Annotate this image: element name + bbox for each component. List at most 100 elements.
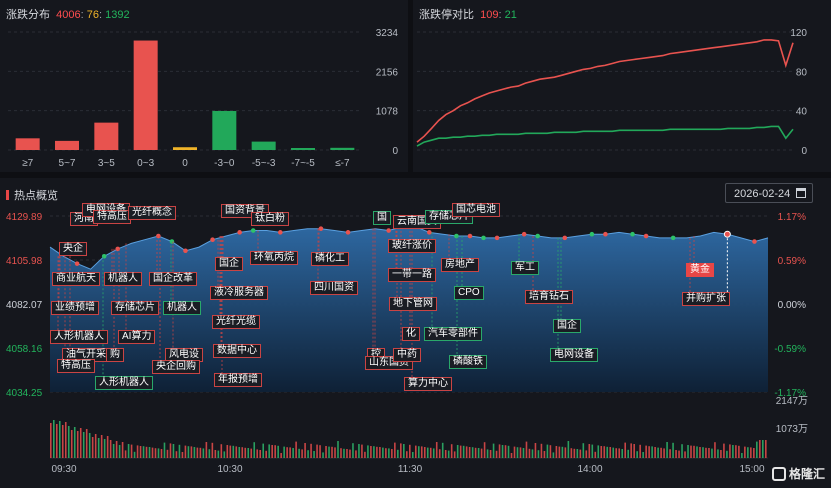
hotspot-tag[interactable]: 并购扩张 <box>682 292 730 306</box>
volume-bar <box>600 446 603 458</box>
volume-bar <box>130 444 133 458</box>
volume-bar <box>759 440 761 458</box>
hotspot-tag[interactable]: 培育钻石 <box>525 290 573 304</box>
hotspot-tag[interactable]: 环氧丙烷 <box>250 251 298 265</box>
hotspot-tag[interactable]: 钛白粉 <box>251 212 289 226</box>
volume-bar <box>642 452 644 458</box>
volume-bar <box>519 447 522 458</box>
x-time-label: 11:30 <box>398 464 423 475</box>
hotspot-tag[interactable]: 国 <box>373 211 391 225</box>
volume-bar <box>657 447 659 458</box>
hotspot-tag[interactable]: 央企 <box>59 242 87 256</box>
volume-bar <box>669 449 671 458</box>
hotspot-tag[interactable]: 中药 <box>393 348 421 362</box>
hotspot-tag[interactable]: 人形机器人 <box>95 376 153 390</box>
volume-bar <box>286 447 288 458</box>
hotspot-tag[interactable]: 机器人 <box>163 301 201 315</box>
volume-bar <box>618 448 621 458</box>
hotspot-tag[interactable]: AI算力 <box>118 330 156 344</box>
hotspot-tag[interactable]: 机器人 <box>104 272 142 286</box>
selected-marker <box>723 230 731 238</box>
hotspot-tag[interactable]: 玻纤涨价 <box>388 239 436 253</box>
volume-bar <box>423 447 426 458</box>
volume-bar <box>346 449 348 458</box>
hotspot-tag[interactable]: 一带一路 <box>388 268 436 282</box>
volume-bar <box>420 446 423 458</box>
volume-bar <box>456 445 459 458</box>
volume-bar <box>705 447 707 458</box>
volume-bar <box>738 445 740 458</box>
volume-bar <box>753 448 755 458</box>
volume-bar <box>67 426 70 458</box>
hotspot-tag[interactable]: 电网设备 <box>550 348 598 362</box>
volume-bar <box>582 443 585 458</box>
volume-bar <box>516 447 519 458</box>
volume-bar <box>630 443 632 458</box>
hotspot-tag[interactable]: 磷酸铁 <box>449 355 487 369</box>
volume-bar <box>507 445 510 458</box>
volume-bar <box>379 447 381 458</box>
volume-bar <box>211 442 214 458</box>
volume-bar <box>142 446 145 458</box>
hotspot-tag[interactable]: 国芯电池 <box>452 203 500 217</box>
hotspot-tag[interactable]: 磷化工 <box>311 252 349 266</box>
hotspot-tag[interactable]: 国企 <box>553 319 581 333</box>
hotspot-tag[interactable]: 地下管网 <box>389 297 437 311</box>
hotspot-tag[interactable]: 军工 <box>511 261 539 275</box>
volume-bar <box>82 432 85 458</box>
hotspot-tag[interactable]: 人形机器人 <box>50 330 108 344</box>
hotspot-tag[interactable]: 特高压 <box>93 210 131 224</box>
volume-bar <box>717 449 719 458</box>
volume-bar <box>253 442 256 458</box>
hotspot-tag[interactable]: 光纤光缆 <box>212 315 260 329</box>
event-dot <box>670 235 676 241</box>
volume-bar <box>429 447 432 458</box>
hotspot-tag[interactable]: 年报预增 <box>214 373 262 387</box>
hotspot-tag[interactable]: 算力中心 <box>404 377 452 391</box>
volume-bar <box>355 450 357 458</box>
volume-bar <box>684 451 686 458</box>
x-time-label: 10:30 <box>217 464 242 475</box>
y-left-label: 4082.07 <box>6 300 43 311</box>
hotspot-tag[interactable]: 特高压 <box>57 359 95 373</box>
volume-bar <box>238 447 241 458</box>
volume-bar <box>76 431 79 458</box>
hotspot-tag[interactable]: 黄金 <box>686 263 714 277</box>
volume-bar <box>85 429 88 458</box>
hotspot-tag[interactable]: 光纤概念 <box>128 206 176 220</box>
volume-bar <box>184 445 187 458</box>
volume-bar <box>145 446 148 458</box>
volume-bar <box>735 445 737 458</box>
hotspot-tag[interactable]: 数据中心 <box>213 344 261 358</box>
volume-bar <box>678 450 680 458</box>
volume-bar <box>645 445 647 458</box>
volume-bar <box>61 425 64 458</box>
hotspot-tag[interactable]: 业绩预增 <box>51 301 99 315</box>
hotspot-tag[interactable]: 国企改革 <box>149 272 197 286</box>
hotspot-tag[interactable]: 化 <box>402 327 420 341</box>
volume-bar <box>432 448 435 458</box>
event-dot <box>101 253 107 259</box>
hotspot-tag[interactable]: 存储芯片 <box>111 301 159 315</box>
volume-bar <box>699 447 701 458</box>
volume-bar <box>94 434 97 458</box>
event-dot <box>562 235 568 241</box>
volume-bar <box>151 447 154 458</box>
hotspot-tag[interactable]: 购 <box>106 348 124 362</box>
hotspot-tag[interactable]: 央企回购 <box>152 360 200 374</box>
volume-bar <box>588 444 591 458</box>
hotspot-tag[interactable]: 房地产 <box>441 258 479 272</box>
volume-bar <box>651 446 653 458</box>
hotspot-tag[interactable]: 汽车零部件 <box>424 327 482 341</box>
volume-bar <box>163 442 166 458</box>
volume-bar <box>409 444 411 458</box>
volume-bar <box>64 422 67 458</box>
hotspot-tag[interactable]: 国企 <box>215 257 243 271</box>
volume-bar <box>555 446 558 458</box>
hotspot-tag[interactable]: 商业航天 <box>52 272 100 286</box>
x-time-label: 09:30 <box>51 464 76 475</box>
hotspot-tag[interactable]: CPO <box>454 286 484 300</box>
volume-bar <box>465 446 468 458</box>
hotspot-tag[interactable]: 液冷服务器 <box>210 286 268 300</box>
hotspot-tag[interactable]: 四川国资 <box>310 281 358 295</box>
